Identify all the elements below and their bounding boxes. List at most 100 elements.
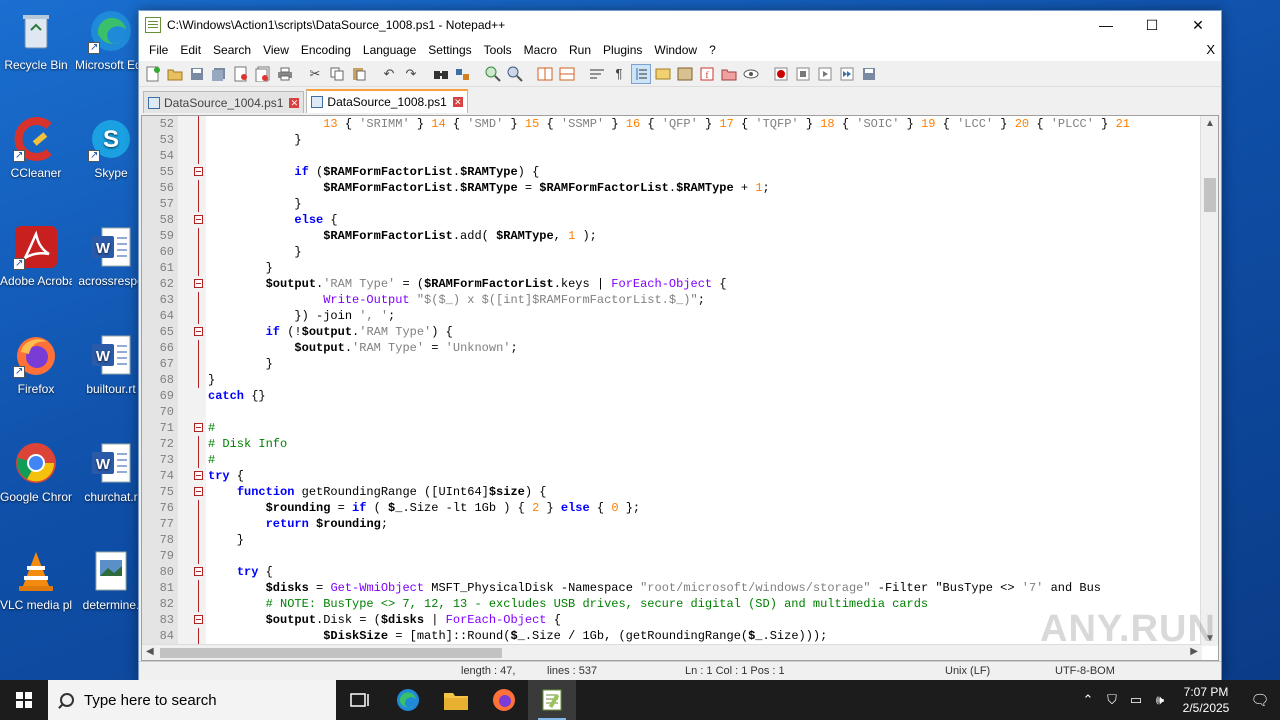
code-line[interactable]: 80 try { [142, 564, 1200, 580]
code-line[interactable]: 70 [142, 404, 1200, 420]
menu-file[interactable]: File [143, 43, 174, 57]
cut-icon[interactable]: ✂ [305, 64, 325, 84]
clock[interactable]: 7:07 PM 2/5/2025 [1172, 684, 1240, 716]
zoom-in-icon[interactable] [483, 64, 503, 84]
code-line[interactable]: 63 Write-Output "$($_) x $([int]$RAMForm… [142, 292, 1200, 308]
desktop-icon-skype[interactable]: S Skype [75, 116, 147, 181]
fold-toggle-icon[interactable] [194, 487, 203, 496]
menu-run[interactable]: Run [563, 43, 597, 57]
monitoring-icon[interactable] [741, 64, 761, 84]
code-line[interactable]: 55 if ($RAMFormFactorList.$RAMType) { [142, 164, 1200, 180]
code-line[interactable]: 54 [142, 148, 1200, 164]
stop-recording-icon[interactable] [793, 64, 813, 84]
code-editor[interactable]: 52 13 { 'SRIMM' } 14 { 'SMD' } 15 { 'SSM… [141, 115, 1219, 661]
fold-toggle-icon[interactable] [194, 167, 203, 176]
folder-workspace-icon[interactable] [719, 64, 739, 84]
volume-icon[interactable]: 🕪 [1148, 692, 1172, 708]
code-line[interactable]: 57 } [142, 196, 1200, 212]
code-line[interactable]: 66 $output.'RAM Type' = 'Unknown'; [142, 340, 1200, 356]
close-button[interactable]: ✕ [1175, 11, 1221, 39]
user-defined-language-icon[interactable] [653, 64, 673, 84]
desktop-icon-edge[interactable]: Microsoft Edge [75, 8, 147, 73]
menu-view[interactable]: View [257, 43, 295, 57]
code-line[interactable]: 76 $rounding = if ( $_.Size -lt 1Gb ) { … [142, 500, 1200, 516]
function-list-icon[interactable]: f [697, 64, 717, 84]
code-line[interactable]: 72 # Disk Info [142, 436, 1200, 452]
minimize-button[interactable]: — [1083, 11, 1129, 39]
code-line[interactable]: 81 $disks = Get-WmiObject MSFT_PhysicalD… [142, 580, 1200, 596]
code-line[interactable]: 79 [142, 548, 1200, 564]
close-document-button[interactable]: X [1206, 42, 1215, 57]
code-line[interactable]: 52 13 { 'SRIMM' } 14 { 'SMD' } 15 { 'SSM… [142, 116, 1200, 132]
code-line[interactable]: 60 } [142, 244, 1200, 260]
desktop-icon-determine[interactable]: determine. [75, 548, 147, 613]
fold-toggle-icon[interactable] [194, 615, 203, 624]
desktop-icon-firefox[interactable]: Firefox [0, 332, 72, 397]
desktop-icon-acrossrespe[interactable]: W acrossrespe [75, 224, 147, 289]
code-line[interactable]: 56 $RAMFormFactorList.$RAMType = $RAMFor… [142, 180, 1200, 196]
scroll-left-icon[interactable]: ◀ [146, 646, 154, 657]
playback-macro-icon[interactable] [815, 64, 835, 84]
code-line[interactable]: 75 function getRoundingRange ([UInt64]$s… [142, 484, 1200, 500]
code-line[interactable]: 74 try { [142, 468, 1200, 484]
open-file-icon[interactable] [165, 64, 185, 84]
code-line[interactable]: 68} [142, 372, 1200, 388]
run-macro-multiple-icon[interactable] [837, 64, 857, 84]
network-icon[interactable]: ▭ [1124, 692, 1148, 708]
show-all-characters-icon[interactable]: ¶ [609, 64, 629, 84]
fold-toggle-icon[interactable] [194, 471, 203, 480]
scroll-up-icon[interactable]: ▲ [1205, 118, 1215, 129]
code-line[interactable]: 59 $RAMFormFactorList.add( $RAMType, 1 )… [142, 228, 1200, 244]
menu-settings[interactable]: Settings [422, 43, 477, 57]
code-line[interactable]: 78 } [142, 532, 1200, 548]
menu-macro[interactable]: Macro [518, 43, 563, 57]
paste-icon[interactable] [349, 64, 369, 84]
zoom-out-icon[interactable] [505, 64, 525, 84]
desktop-icon-chrome[interactable]: Google Chrome [0, 440, 72, 505]
sync-horizontal-icon[interactable] [557, 64, 577, 84]
tab-close-icon[interactable]: ✕ [452, 97, 463, 107]
show-hidden-icons-icon[interactable]: ⌃ [1076, 692, 1100, 708]
code-line[interactable]: 61 } [142, 260, 1200, 276]
scroll-thumb[interactable] [1204, 178, 1216, 212]
tab-close-icon[interactable]: ✕ [289, 97, 300, 108]
task-view-button[interactable] [336, 680, 384, 720]
code-line[interactable]: 71 # [142, 420, 1200, 436]
code-line[interactable]: 67 } [142, 356, 1200, 372]
menu-search[interactable]: Search [207, 43, 257, 57]
menu-plugins[interactable]: Plugins [597, 43, 648, 57]
document-map-icon[interactable] [675, 64, 695, 84]
menu-help[interactable]: ? [703, 43, 722, 57]
close-all-icon[interactable] [253, 64, 273, 84]
menu-edit[interactable]: Edit [174, 43, 207, 57]
taskbar-search[interactable]: Type here to search [48, 680, 336, 720]
code-line[interactable]: 77 return $rounding; [142, 516, 1200, 532]
desktop-icon-vlc[interactable]: VLC media player [0, 548, 72, 613]
code-line[interactable]: 69 catch {} [142, 388, 1200, 404]
taskbar-file-explorer[interactable] [432, 680, 480, 720]
close-file-icon[interactable] [231, 64, 251, 84]
save-icon[interactable] [187, 64, 207, 84]
code-line[interactable]: 62 $output.'RAM Type' = ($RAMFormFactorL… [142, 276, 1200, 292]
maximize-button[interactable]: ☐ [1129, 11, 1175, 39]
code-area[interactable]: 52 13 { 'SRIMM' } 14 { 'SMD' } 15 { 'SSM… [142, 116, 1200, 646]
desktop-icon-recycle-bin[interactable]: Recycle Bin [0, 8, 72, 73]
fold-toggle-icon[interactable] [194, 279, 203, 288]
vertical-scrollbar[interactable]: ▲ ▼ [1200, 116, 1218, 646]
tab-datasource-1008[interactable]: DataSource_1008.ps1 ✕ [306, 89, 468, 113]
menu-tools[interactable]: Tools [478, 43, 518, 57]
fold-toggle-icon[interactable] [194, 423, 203, 432]
menu-language[interactable]: Language [357, 43, 422, 57]
fold-toggle-icon[interactable] [194, 327, 203, 336]
taskbar-firefox[interactable] [480, 680, 528, 720]
code-line[interactable]: 58 else { [142, 212, 1200, 228]
new-file-icon[interactable] [143, 64, 163, 84]
replace-icon[interactable] [453, 64, 473, 84]
notifications-icon[interactable]: 🗨 [1240, 691, 1280, 709]
find-icon[interactable] [431, 64, 451, 84]
code-line[interactable]: 64 }) -join ', '; [142, 308, 1200, 324]
security-icon[interactable]: ⛉ [1100, 692, 1124, 708]
word-wrap-icon[interactable] [587, 64, 607, 84]
menu-window[interactable]: Window [648, 43, 703, 57]
record-macro-icon[interactable] [771, 64, 791, 84]
